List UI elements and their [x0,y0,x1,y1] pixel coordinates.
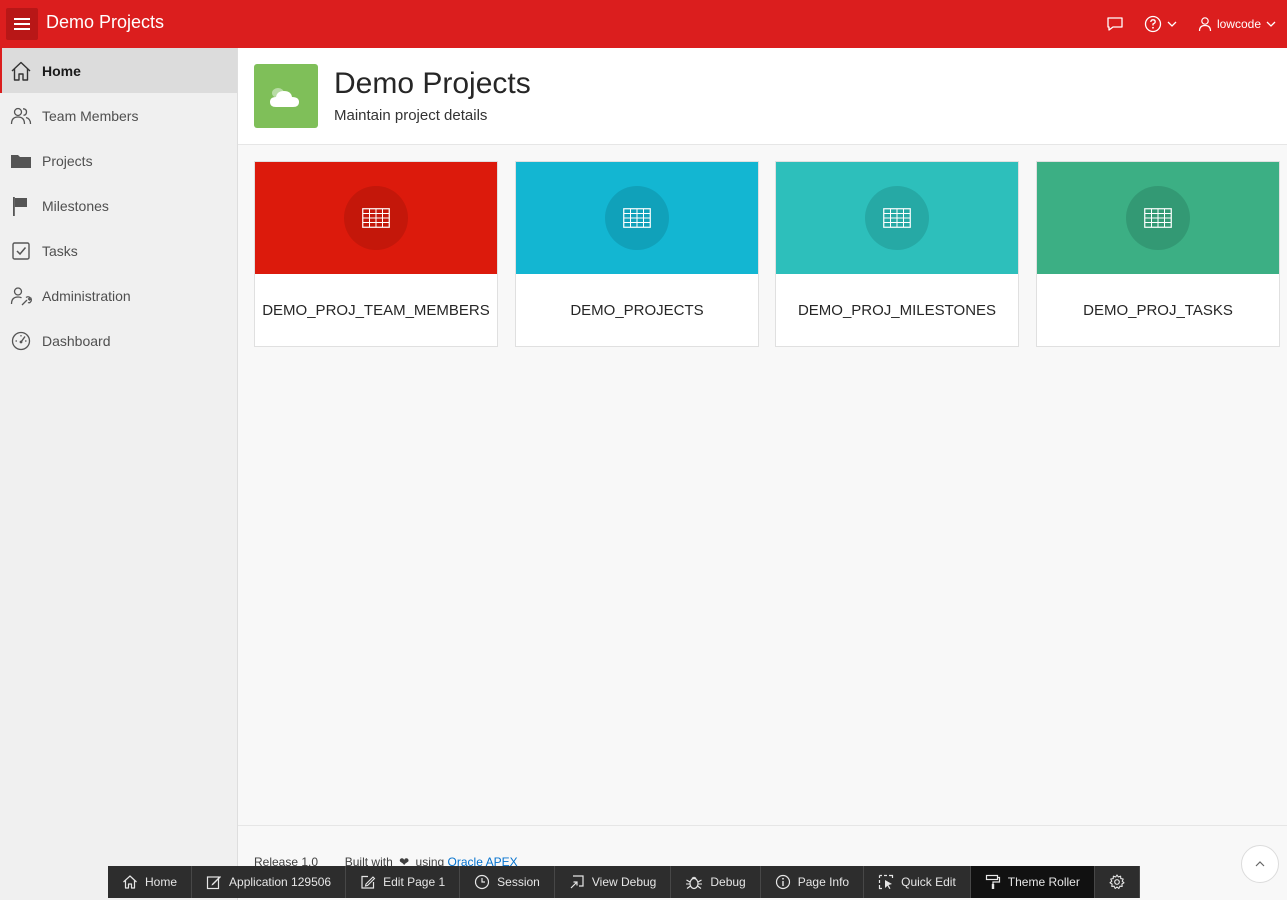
paint-roller-icon [985,874,1000,889]
sidebar-item-label: Milestones [42,197,109,214]
devbar-home-button[interactable]: Home [108,866,193,898]
gear-icon [1109,874,1125,890]
sidebar-item-label: Team Members [42,107,139,124]
sidebar-item-dashboard[interactable]: Dashboard [0,318,237,363]
devbar-page-info-button[interactable]: Page Info [761,866,865,898]
card-title: DEMO_PROJ_MILESTONES [797,302,997,319]
chevron-up-icon [1255,861,1265,867]
sidebar-item-home[interactable]: Home [0,48,237,93]
user-name: lowcode [1216,17,1261,31]
user-icon [1198,17,1212,32]
devbar-label: Quick Edit [901,875,956,889]
gauge-icon [10,330,32,352]
table-icon [344,186,408,250]
table-icon [605,186,669,250]
edit-app-icon [206,876,222,890]
home-icon [123,875,137,889]
home-icon [10,60,32,82]
card-banner [516,162,758,274]
card-banner [255,162,497,274]
folder-icon [10,150,32,172]
scroll-to-top-button[interactable] [1241,845,1279,883]
sidebar-item-label: Administration [42,287,131,304]
devbar-label: Theme Roller [1007,875,1080,889]
devbar-label: Page Info [797,875,850,889]
sidebar-item-label: Home [42,62,81,79]
devbar-label: Session [497,875,540,889]
card-title: DEMO_PROJ_TEAM_MEMBERS [262,302,490,319]
chevron-down-icon [1266,21,1276,27]
card-banner [1037,162,1279,274]
sidebar-item-label: Dashboard [42,332,111,349]
card-projects[interactable]: DEMO_PROJECTS [515,161,759,347]
help-icon [1144,15,1162,33]
devbar-debug-button[interactable]: Debug [671,866,761,898]
devbar-label: Debug [710,875,746,889]
sidebar-nav: Home Team Members Projects Milestones Ta… [0,48,238,900]
chevron-down-icon [1167,21,1177,27]
devbar-settings-button[interactable] [1095,866,1140,898]
card-banner [776,162,1018,274]
app-title[interactable]: Demo Projects [46,12,164,33]
developer-toolbar: Home Application 129506 Edit Page 1 Sess… [108,866,1140,898]
devbar-application-button[interactable]: Application 129506 [192,866,347,898]
card-title: DEMO_PROJ_TASKS [1083,302,1233,319]
devbar-label: Home [145,875,178,889]
sidebar-item-label: Projects [42,152,93,169]
hamburger-icon [14,18,30,30]
feedback-button[interactable] [1096,0,1134,48]
menu-toggle-button[interactable] [6,8,38,40]
sidebar-item-milestones[interactable]: Milestones [0,183,237,228]
card-title: DEMO_PROJECTS [570,302,704,319]
edit-page-icon [361,875,376,889]
page-subtitle: Maintain project details [334,107,488,124]
user-wrench-icon [10,285,32,307]
bug-icon [686,876,703,890]
cloud-icon [254,64,318,128]
chat-bubble-icon [1107,17,1123,31]
app-header: Demo Projects lowcode [0,0,1287,48]
card-milestones[interactable]: DEMO_PROJ_MILESTONES [775,161,1019,347]
flag-icon [10,195,32,217]
devbar-session-button[interactable]: Session [460,866,555,898]
users-icon [10,105,32,127]
devbar-view-debug-button[interactable]: View Debug [555,866,672,898]
table-icon [865,186,929,250]
devbar-label: View Debug [591,875,657,889]
info-icon [775,874,790,890]
table-icon [1126,186,1190,250]
sidebar-item-label: Tasks [42,242,78,259]
sidebar-item-team-members[interactable]: Team Members [0,93,237,138]
devbar-theme-roller-button[interactable]: Theme Roller [970,866,1095,898]
card-team-members[interactable]: DEMO_PROJ_TEAM_MEMBERS [254,161,498,347]
devbar-edit-page-button[interactable]: Edit Page 1 [346,866,461,898]
help-menu-button[interactable] [1134,0,1188,48]
devbar-label: Edit Page 1 [383,875,446,889]
devbar-label: Application 129506 [229,875,332,889]
devbar-quick-edit-button[interactable]: Quick Edit [864,866,971,898]
clock-icon [475,874,490,890]
quick-edit-icon [879,874,894,890]
card-tasks[interactable]: DEMO_PROJ_TASKS [1036,161,1280,347]
user-menu-button[interactable]: lowcode [1188,0,1287,48]
sidebar-item-administration[interactable]: Administration [0,273,237,318]
sidebar-item-tasks[interactable]: Tasks [0,228,237,273]
page-title: Demo Projects [334,67,531,100]
view-debug-icon [570,875,584,889]
check-square-icon [10,240,32,262]
hero-region: Demo Projects Maintain project details [238,48,1287,145]
sidebar-item-projects[interactable]: Projects [0,138,237,183]
